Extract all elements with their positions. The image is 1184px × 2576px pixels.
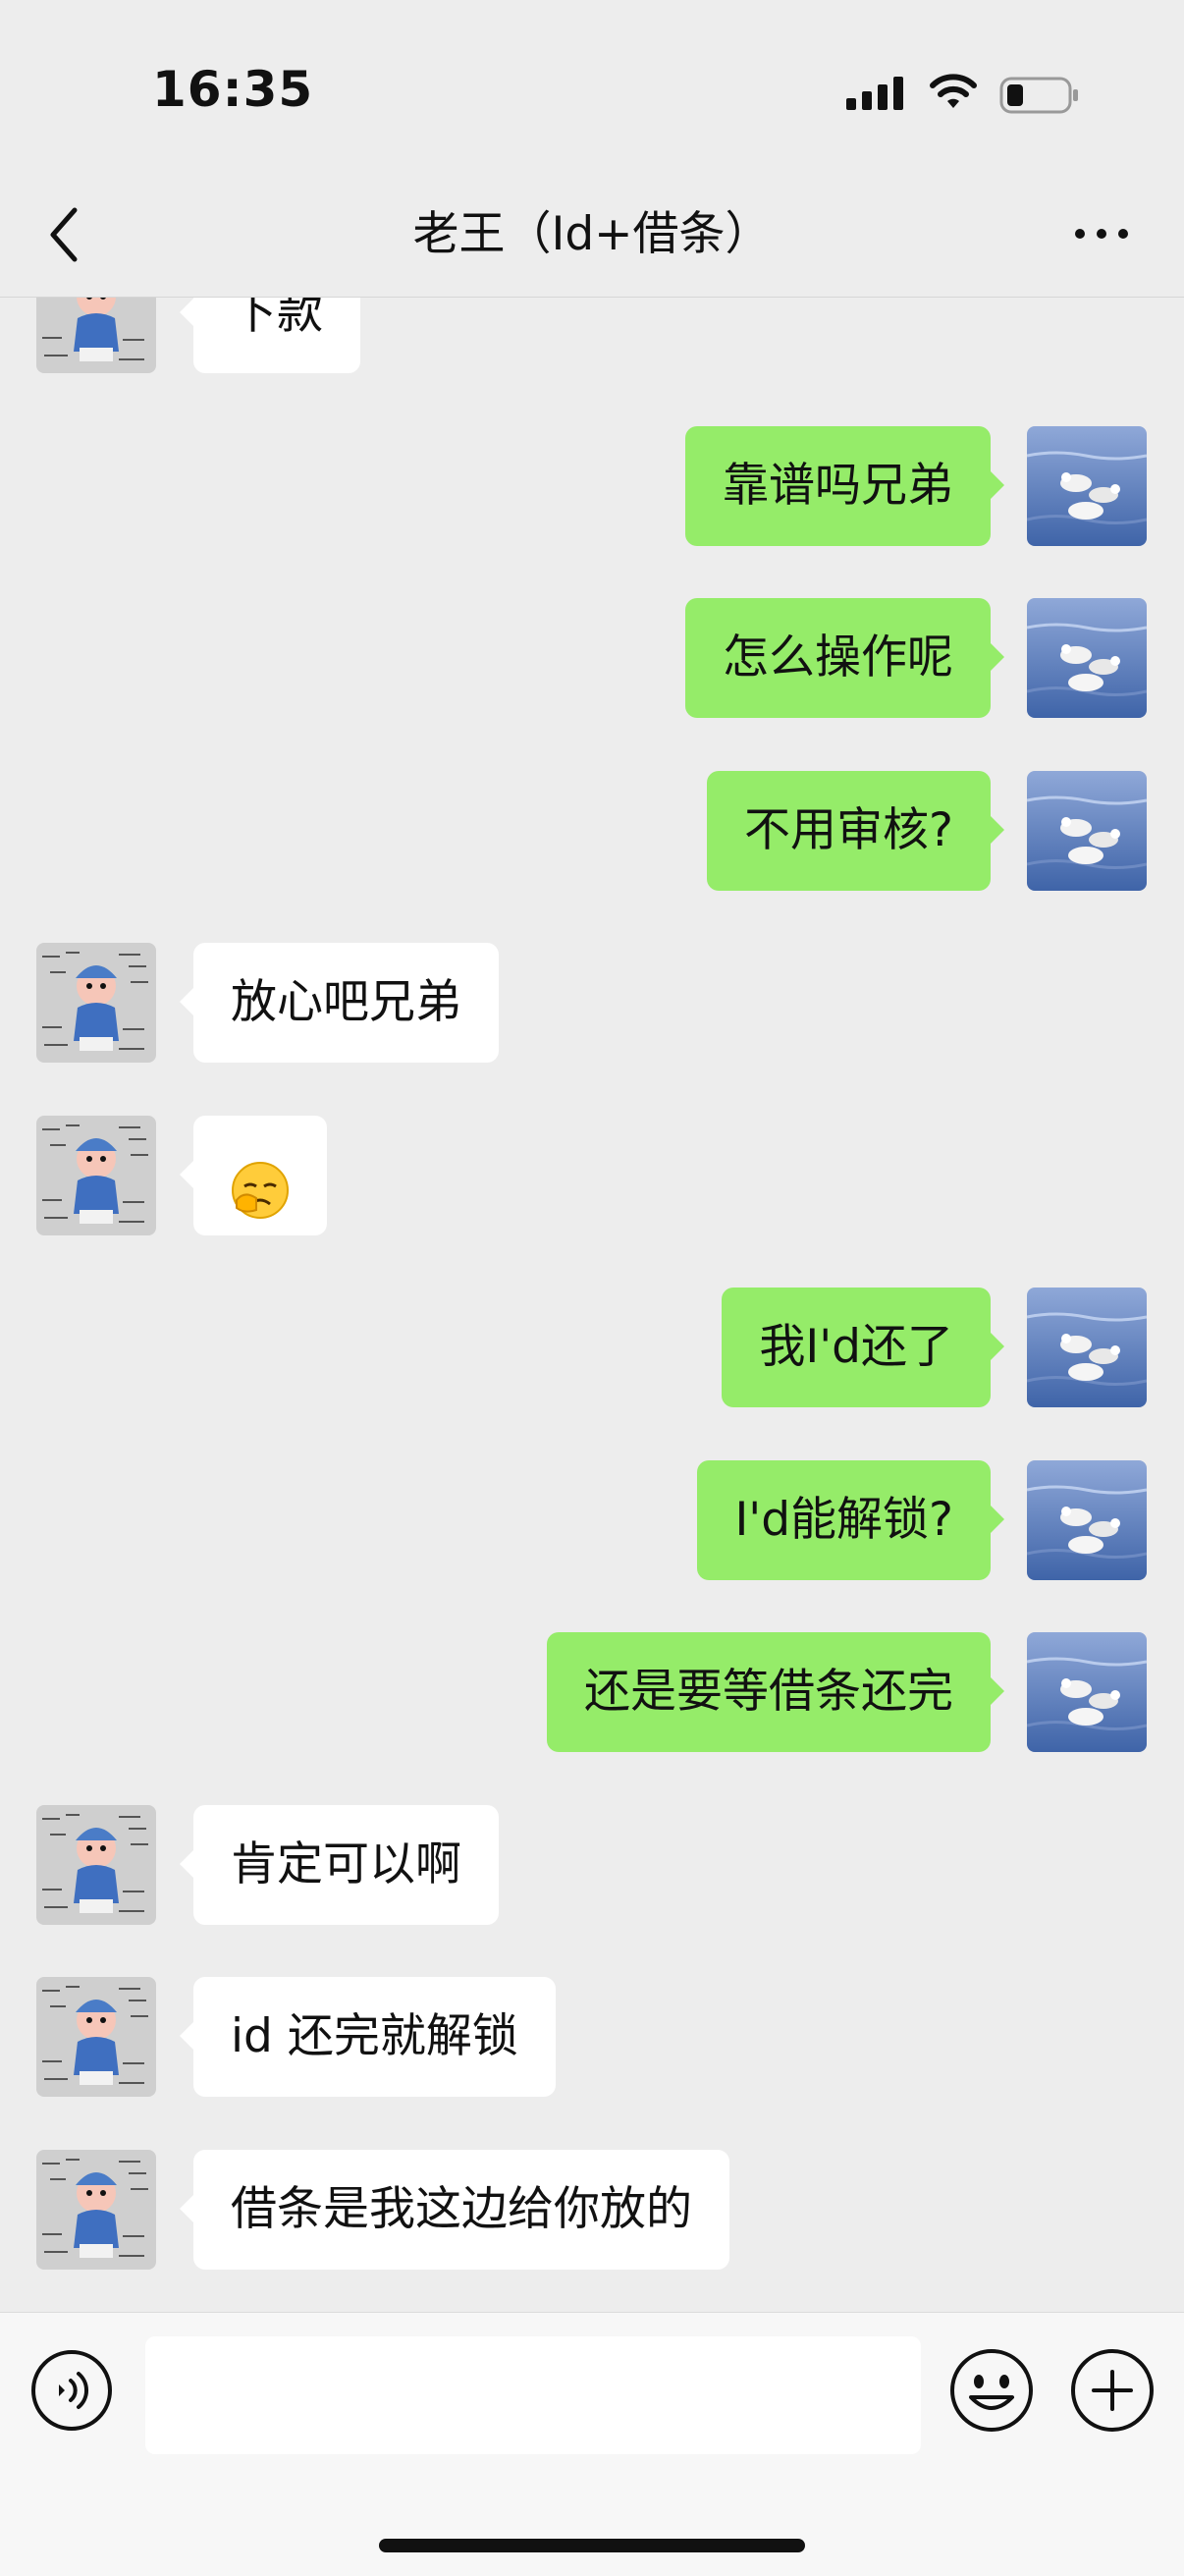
more-icon[interactable] (1072, 224, 1131, 244)
message-bubble[interactable] (180, 1115, 327, 1235)
message-received: 下款 (0, 298, 1184, 375)
message-sent: 不用审核? (0, 770, 1184, 893)
message-received: 放心吧兄弟 (0, 943, 1184, 1065)
status-time: 16:35 (152, 61, 314, 118)
message-bubble[interactable]: I'd能解锁? (697, 1459, 1004, 1580)
message-received: 借条是我这边给你放的 (0, 2149, 1184, 2272)
message-bubble[interactable]: 下款 (180, 298, 360, 373)
emoji-icon[interactable] (947, 2346, 1036, 2435)
my-avatar[interactable] (1027, 1288, 1147, 1407)
message-text: id 还完就解锁 (231, 2009, 518, 2063)
message-sent: 靠谱吗兄弟 (0, 425, 1184, 548)
message-bubble[interactable]: 借条是我这边给你放的 (180, 2149, 729, 2270)
voice-icon[interactable] (29, 2348, 114, 2433)
message-sent: I'd能解锁? (0, 1459, 1184, 1582)
contact-avatar[interactable] (36, 943, 156, 1063)
message-received: id 还完就解锁 (0, 1977, 1184, 2099)
message-text: 借条是我这边给你放的 (231, 2181, 692, 2236)
my-avatar[interactable] (1027, 598, 1147, 718)
signal-icon (846, 77, 903, 110)
contact-avatar[interactable] (36, 1804, 156, 1925)
message-text: 不用审核? (744, 802, 953, 857)
message-sent: 我I'd还了 (0, 1288, 1184, 1409)
my-avatar[interactable] (1027, 1459, 1147, 1580)
my-avatar[interactable] (1027, 770, 1147, 891)
contact-avatar[interactable] (36, 2149, 156, 2270)
message-bubble[interactable]: 肯定可以啊 (180, 1804, 499, 1925)
message-bubble[interactable]: 我I'd还了 (722, 1288, 1004, 1407)
message-bubble[interactable]: 怎么操作呢 (685, 598, 1004, 718)
face-palm-emoji (231, 1145, 290, 1219)
my-avatar[interactable] (1027, 1632, 1147, 1752)
message-sent: 还是要等借条还完 (0, 1632, 1184, 1754)
chat-title: 老王（Id+借条） (412, 207, 772, 261)
message-text: 我I'd还了 (759, 1320, 953, 1374)
plus-icon[interactable] (1068, 2346, 1157, 2435)
message-received (0, 1115, 1184, 1237)
message-bubble[interactable]: id 还完就解锁 (180, 1977, 556, 2097)
message-bubble[interactable]: 还是要等借条还完 (547, 1632, 1004, 1752)
battery-icon (999, 77, 1078, 114)
status-bar: 16:35 (0, 0, 1184, 187)
message-text: 放心吧兄弟 (231, 975, 461, 1029)
message-list[interactable]: 下款靠谱吗兄弟怎么操作呢不用审核? 放心吧兄弟我I'd还了 I'd能解锁? 还是要等借… (0, 298, 1184, 2311)
wifi-icon (930, 74, 977, 108)
message-text: I'd能解锁? (734, 1492, 953, 1547)
contact-avatar[interactable] (36, 298, 156, 373)
message-text: 肯定可以啊 (231, 1836, 461, 1891)
message-sent: 怎么操作呢 (0, 598, 1184, 720)
home-indicator (379, 2539, 805, 2552)
message-bubble[interactable]: 靠谱吗兄弟 (685, 425, 1004, 546)
my-avatar[interactable] (1027, 425, 1147, 546)
message-text: 还是要等借条还完 (584, 1665, 953, 1719)
nav-bar: 老王（Id+借条） (0, 187, 1184, 298)
contact-avatar[interactable] (36, 1977, 156, 2097)
message-text: 靠谱吗兄弟 (723, 458, 953, 513)
contact-avatar[interactable] (36, 1115, 156, 1235)
message-bubble[interactable]: 不用审核? (707, 770, 1004, 891)
message-input[interactable] (145, 2336, 921, 2454)
message-bubble[interactable]: 放心吧兄弟 (180, 943, 499, 1063)
input-bar (0, 2312, 1184, 2576)
message-text: 怎么操作呢 (723, 630, 953, 685)
message-received: 肯定可以啊 (0, 1804, 1184, 1927)
message-text: 下款 (231, 298, 323, 340)
